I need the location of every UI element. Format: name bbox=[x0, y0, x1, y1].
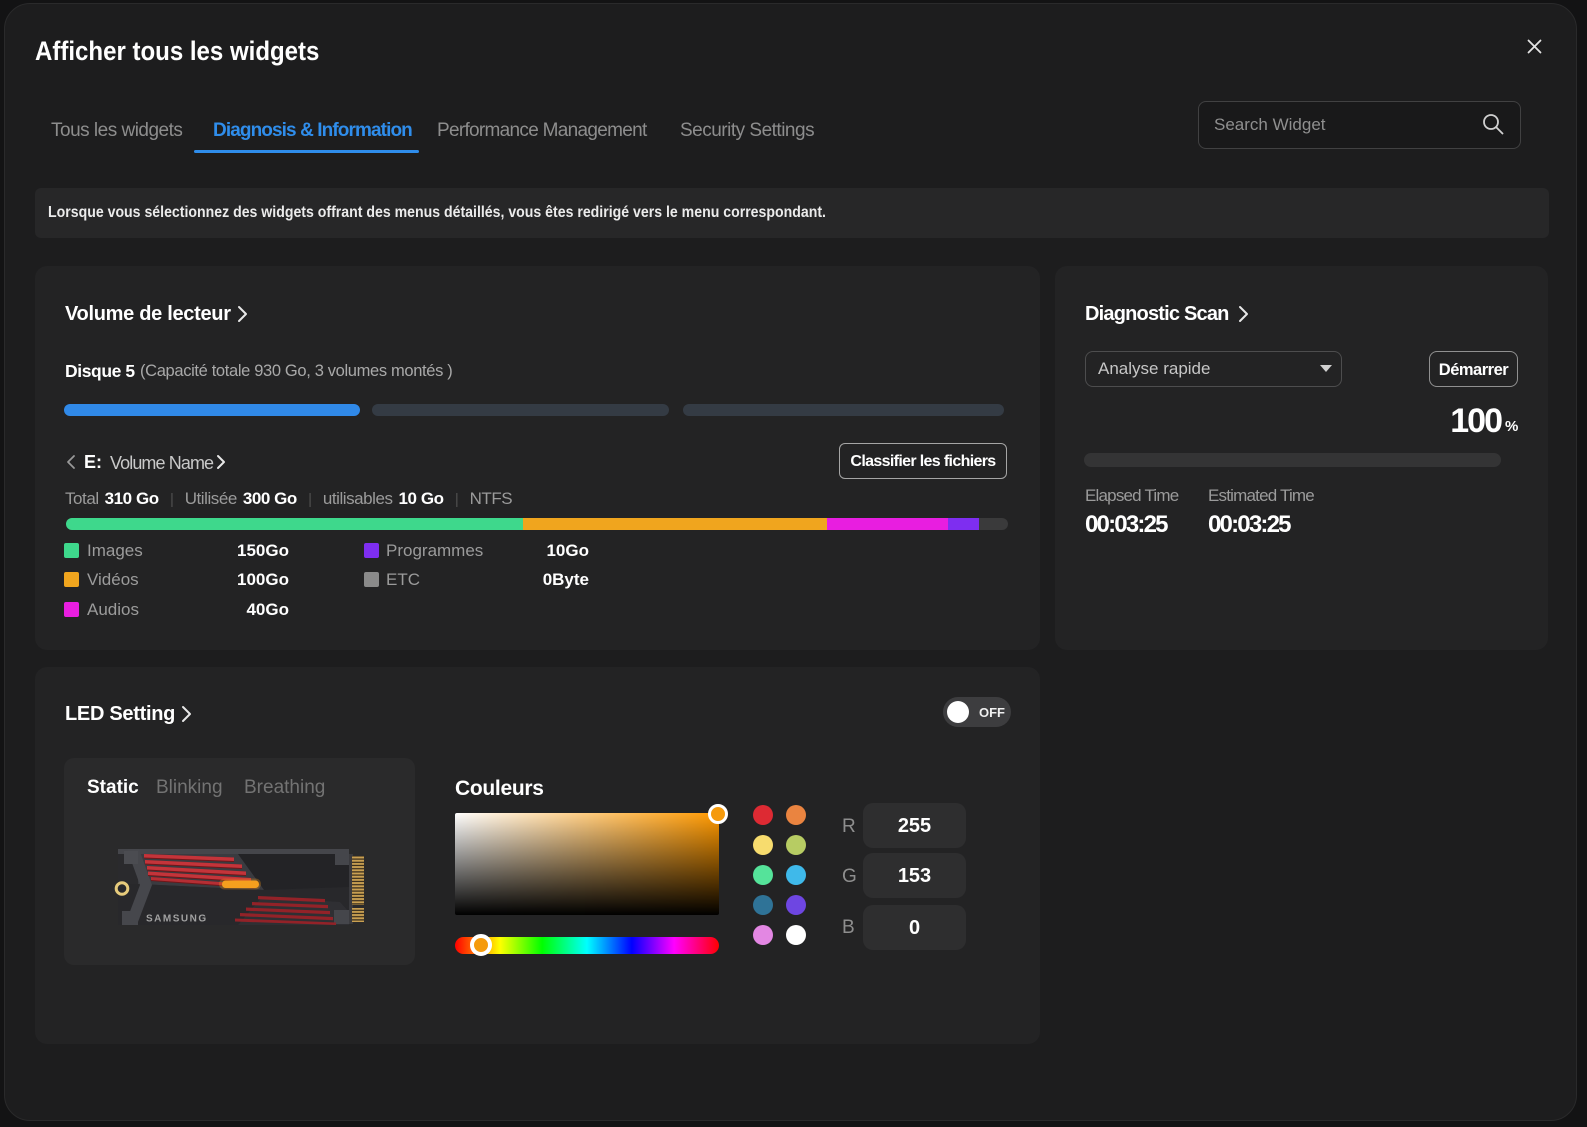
svg-text:SAMSUNG: SAMSUNG bbox=[146, 914, 208, 925]
